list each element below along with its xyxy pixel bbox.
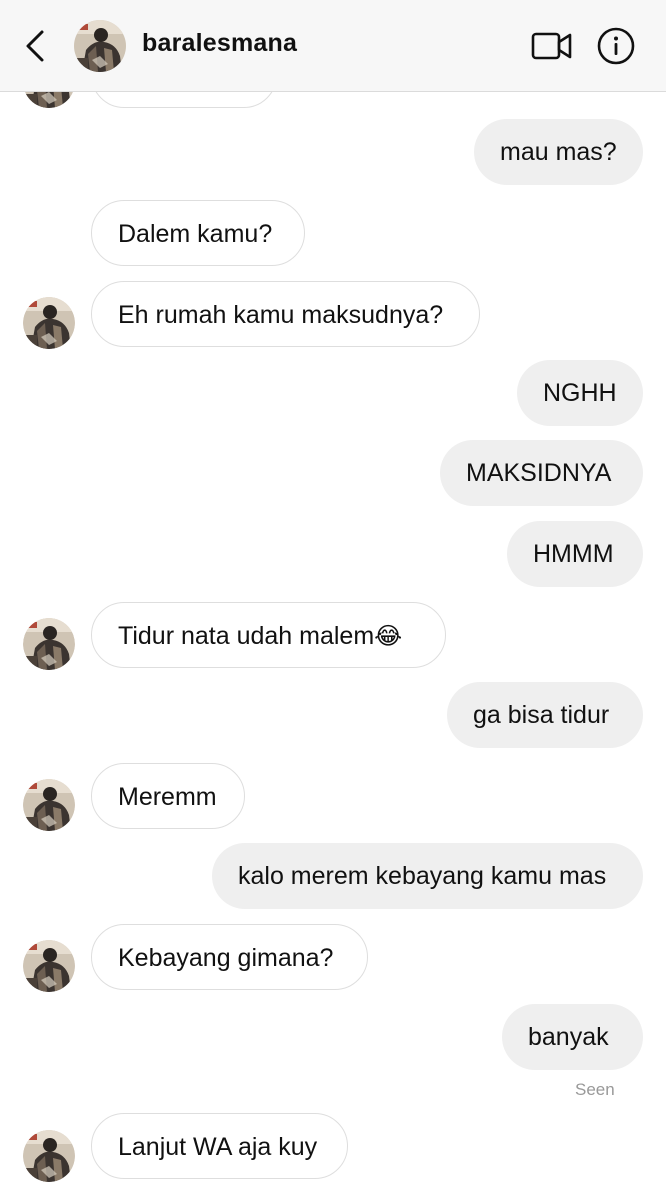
incoming-message[interactable]: Lanjut WA aja kuy [91, 1113, 348, 1179]
chat-header: baralesmana [0, 0, 666, 92]
incoming-message[interactable]: Dalem kamu? [91, 200, 305, 266]
outgoing-message[interactable]: HMMM [507, 521, 643, 587]
outgoing-message[interactable]: kalo merem kebayang kamu mas [212, 843, 643, 909]
sender-avatar[interactable] [23, 1130, 75, 1182]
laughing-emoji-icon: 😂 [374, 622, 403, 650]
incoming-message[interactable]: Kebayang gimana? [91, 924, 368, 990]
video-call-button[interactable] [530, 28, 574, 64]
outgoing-message[interactable]: MAKSIDNYA [440, 440, 643, 506]
incoming-message[interactable]: Tidur nata udah malem😂 [91, 602, 446, 668]
back-button[interactable] [20, 28, 54, 64]
info-button[interactable] [596, 26, 636, 66]
video-camera-icon [531, 32, 572, 60]
header-avatar[interactable] [74, 20, 126, 72]
seen-status: Seen [575, 1080, 615, 1099]
incoming-message[interactable]: Meremm [91, 763, 245, 829]
outgoing-message[interactable]: NGHH [517, 360, 643, 426]
header-username[interactable]: baralesmana [142, 29, 297, 58]
outgoing-message[interactable]: banyak [502, 1004, 643, 1070]
sender-avatar[interactable] [23, 940, 75, 992]
info-circle-icon [597, 27, 635, 65]
message-text: Tidur nata udah malem [118, 622, 375, 650]
outgoing-message[interactable]: mau mas? [474, 119, 643, 185]
chevron-left-icon [26, 30, 44, 62]
sender-avatar[interactable] [23, 297, 75, 349]
sender-avatar[interactable] [23, 779, 75, 831]
outgoing-message[interactable]: ga bisa tidur [447, 682, 643, 748]
incoming-message[interactable]: Eh rumah kamu maksudnya? [91, 281, 480, 347]
sender-avatar[interactable] [23, 618, 75, 670]
